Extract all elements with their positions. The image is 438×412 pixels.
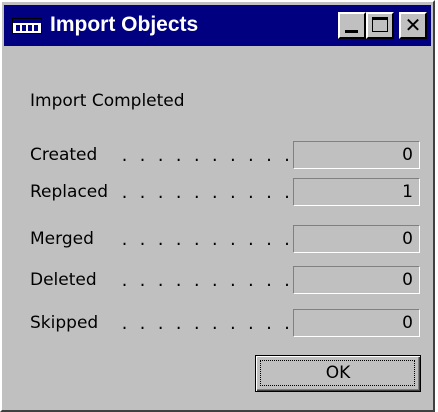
- title-bar[interactable]: Import Objects ✕: [4, 5, 431, 46]
- app-icon-bar: [13, 19, 41, 23]
- deleted-count-field: 0: [293, 266, 420, 294]
- close-icon: ✕: [404, 13, 422, 37]
- app-icon-body: [16, 25, 38, 31]
- app-icon[interactable]: [12, 18, 42, 34]
- deleted-label: Deleted: [30, 270, 97, 290]
- maximize-button[interactable]: [366, 12, 394, 39]
- replaced-count-field: 1: [293, 178, 420, 206]
- skipped-count-field: 0: [293, 309, 420, 337]
- ok-button-label: OK: [325, 363, 351, 383]
- merged-label: Merged: [30, 229, 94, 249]
- window-title: Import Objects: [50, 13, 199, 36]
- ok-button[interactable]: OK: [255, 355, 421, 392]
- import-status-heading: Import Completed: [30, 91, 185, 111]
- replaced-label: Replaced: [30, 182, 109, 202]
- minimize-button[interactable]: [338, 12, 366, 39]
- deleted-leader-dots: . . . . . . . . . .: [120, 272, 292, 290]
- created-label: Created: [30, 145, 98, 165]
- replaced-leader-dots: . . . . . . . . . .: [120, 184, 292, 202]
- skipped-leader-dots: . . . . . . . . . .: [120, 315, 292, 333]
- merged-count-field: 0: [293, 225, 420, 253]
- minimize-icon: [345, 30, 358, 33]
- close-button[interactable]: ✕: [399, 12, 427, 39]
- merged-leader-dots: . . . . . . . . . .: [120, 231, 292, 249]
- created-count-field: 0: [293, 141, 420, 169]
- created-leader-dots: . . . . . . . . . .: [120, 147, 292, 165]
- import-objects-dialog: Import Objects ✕ Import Completed Create…: [0, 0, 435, 412]
- skipped-label: Skipped: [30, 313, 99, 333]
- maximize-icon: [372, 17, 388, 32]
